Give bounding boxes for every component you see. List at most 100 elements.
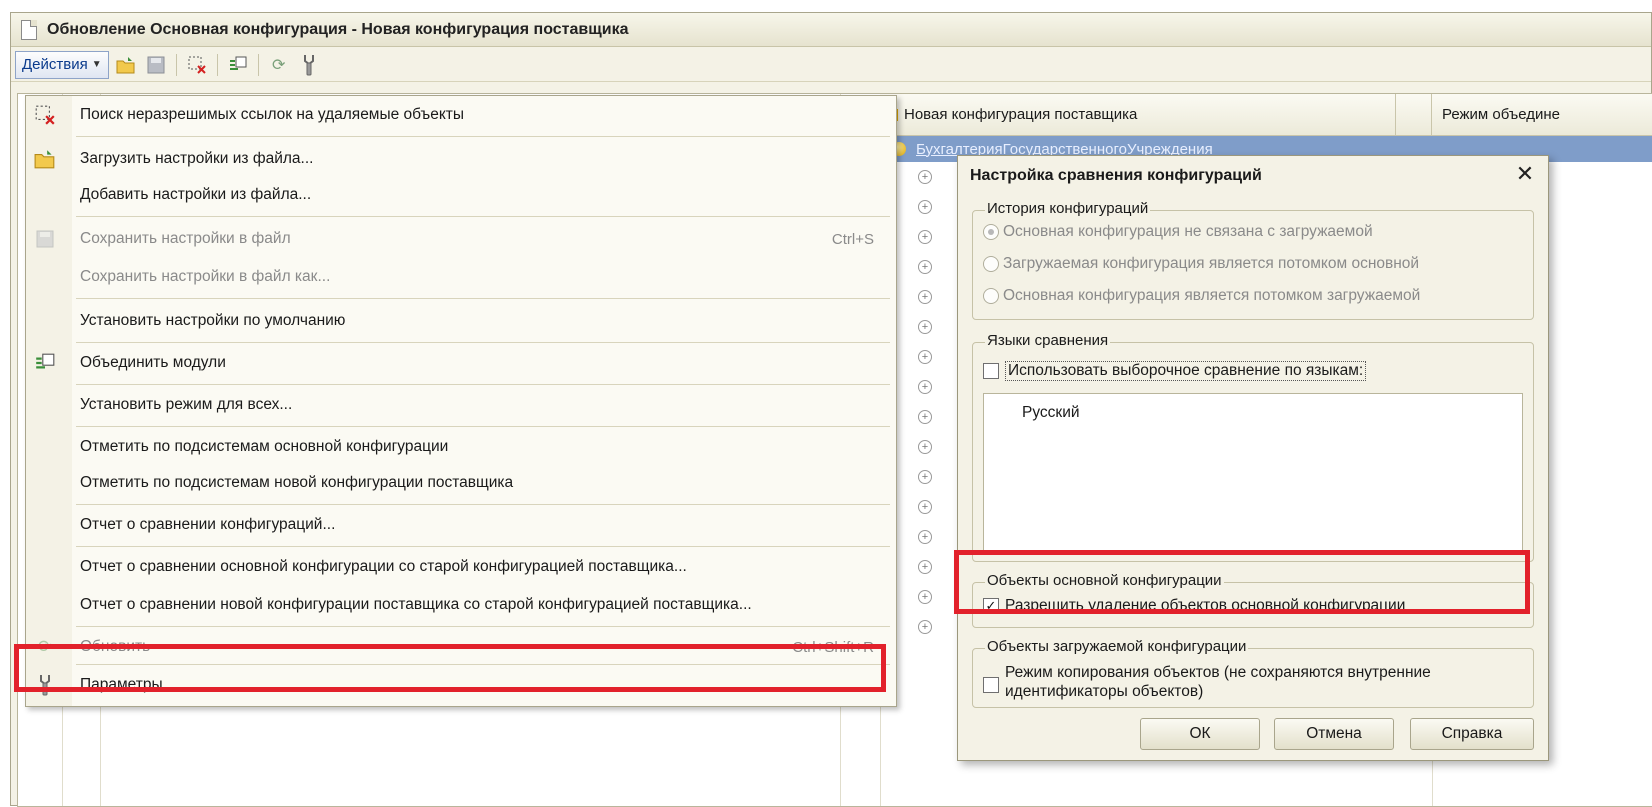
selective-language-checkbox[interactable]: Использовать выборочное сравнение по язы…: [983, 361, 1367, 381]
comparison-settings-dialog: Настройка сравнения конфигураций ✕ Истор…: [957, 155, 1549, 761]
menu-item-refresh[interactable]: ⟳ Обновить Ctrl+Shift+R: [26, 630, 896, 664]
expand-icon[interactable]: +: [918, 500, 932, 514]
refresh-icon: ⟳: [37, 637, 53, 656]
expand-icon[interactable]: +: [918, 170, 932, 184]
menu-separator: [76, 384, 890, 385]
menu-item-label: Сохранить настройки в файл: [80, 230, 291, 247]
wrench-icon[interactable]: [296, 52, 322, 78]
radio-label: Загружаемая конфигурация является потомк…: [1003, 255, 1420, 272]
menu-item-label: Загрузить настройки из файла...: [80, 150, 314, 167]
copy-mode-checkbox[interactable]: Режим копирования объектов (не сохраняют…: [983, 663, 1431, 701]
checkbox[interactable]: [983, 677, 999, 693]
menu-item-add-settings[interactable]: Добавить настройки из файла...: [26, 178, 896, 212]
menu-item-parameters[interactable]: Параметры...: [26, 668, 896, 702]
find-unresolved-links-icon: [32, 102, 58, 128]
menu-item-find-unresolved-links[interactable]: Поиск неразрешимых ссылок на удаляемые о…: [26, 98, 896, 132]
checkbox-checked[interactable]: ✓: [983, 598, 999, 614]
menu-separator: [76, 216, 890, 217]
menu-item-label: Отметить по подсистемам основной конфигу…: [80, 438, 449, 455]
expand-icon[interactable]: +: [918, 260, 932, 274]
loaded-objects-group: Объекты загружаемой конфигурации Режим к…: [972, 638, 1534, 708]
menu-item-label: Объединить модули: [80, 354, 226, 371]
radio-button[interactable]: [983, 256, 999, 272]
chevron-down-icon: ▼: [91, 59, 102, 70]
group-title: История конфигураций: [985, 200, 1151, 217]
list-item[interactable]: Русский: [1022, 404, 1080, 422]
allow-delete-checkbox[interactable]: ✓ Разрешить удаление объектов основной к…: [983, 597, 1405, 615]
expand-icon[interactable]: +: [918, 560, 932, 574]
expand-icon[interactable]: +: [918, 410, 932, 424]
menu-item-save-settings[interactable]: Сохранить настройки в файл Ctrl+S: [26, 222, 896, 256]
menu-separator: [76, 342, 890, 343]
radio-loaded-is-descendant[interactable]: Загружаемая конфигурация является потомк…: [983, 255, 1419, 273]
ok-button[interactable]: ОК: [1140, 718, 1260, 750]
open-folder-icon[interactable]: [113, 52, 139, 78]
menu-item-label: Поиск неразрешимых ссылок на удаляемые о…: [80, 106, 465, 123]
menu-item-set-mode-for-all[interactable]: Установить режим для всех...: [26, 388, 896, 422]
toolbar: Действия ▼ ⟳: [11, 48, 1651, 82]
radio-main-is-descendant[interactable]: Основная конфигурация является потомком …: [983, 287, 1420, 305]
radio-button[interactable]: [983, 288, 999, 304]
checkbox-label: Разрешить удаление объектов основной кон…: [1005, 597, 1406, 614]
column-header-label: Новая конфигурация поставщика: [904, 106, 1138, 123]
checkbox[interactable]: [983, 363, 999, 379]
menu-item-merge-modules[interactable]: Объединить модули: [26, 346, 896, 380]
radio-label: Основная конфигурация является потомком …: [1003, 287, 1421, 304]
expand-icon[interactable]: +: [918, 620, 932, 634]
close-icon[interactable]: ✕: [1514, 163, 1536, 186]
main-objects-group: Объекты основной конфигурации ✓ Разрешит…: [972, 572, 1534, 628]
column-header-new-config[interactable]: Новая конфигурация поставщика: [880, 94, 1396, 135]
toolbar-separator: [257, 53, 259, 76]
checkbox-label-line: Режим копирования объектов (не сохраняют…: [1005, 664, 1431, 681]
merge-modules-icon[interactable]: [225, 52, 251, 78]
column-header-mode[interactable]: Режим объедине: [1432, 94, 1652, 135]
menu-item-report-new-vs-old[interactable]: Отчет о сравнении новой конфигурации пос…: [26, 588, 896, 622]
expand-icon[interactable]: +: [918, 200, 932, 214]
language-list[interactable]: Русский: [983, 393, 1523, 551]
expand-icon[interactable]: +: [918, 320, 932, 334]
menu-item-shortcut: Ctrl+Shift+R: [792, 638, 874, 656]
refresh-icon[interactable]: ⟳: [266, 52, 292, 78]
window-title: Обновление Основная конфигурация - Новая…: [47, 20, 629, 38]
actions-menu-button[interactable]: Действия ▼: [15, 50, 109, 79]
menu-separator: [76, 664, 890, 665]
expand-icon[interactable]: +: [918, 590, 932, 604]
menu-item-mark-main-subsystems[interactable]: Отметить по подсистемам основной конфигу…: [26, 430, 896, 464]
expand-icon[interactable]: +: [918, 440, 932, 454]
expand-icon[interactable]: +: [918, 530, 932, 544]
menu-item-set-default-settings[interactable]: Установить настройки по умолчанию: [26, 304, 896, 338]
save-disk-icon[interactable]: [143, 52, 169, 78]
toolbar-separator: [216, 53, 218, 76]
menu-item-label: Отметить по подсистемам новой конфигурац…: [80, 474, 514, 491]
menu-item-label: Отчет о сравнении основной конфигурации …: [80, 558, 687, 575]
wrench-icon: [32, 672, 58, 698]
menu-item-label: Отчет о сравнении конфигураций...: [80, 516, 336, 533]
radio-button[interactable]: [983, 224, 999, 240]
find-unresolved-links-icon[interactable]: [184, 52, 210, 78]
help-button[interactable]: Справка: [1410, 718, 1534, 750]
expand-icon[interactable]: +: [918, 350, 932, 364]
checkbox-label-line: идентификаторы объектов): [1005, 683, 1204, 700]
menu-item-load-settings[interactable]: Загрузить настройки из файла...: [26, 142, 896, 176]
menu-item-report-main-vs-old[interactable]: Отчет о сравнении основной конфигурации …: [26, 550, 896, 584]
column-header-label: Режим объедине: [1442, 106, 1560, 123]
checkbox-label: Режим копирования объектов (не сохраняют…: [1005, 663, 1431, 701]
menu-item-comparison-report[interactable]: Отчет о сравнении конфигураций...: [26, 508, 896, 542]
menu-item-save-settings-as[interactable]: Сохранить настройки в файл как...: [26, 260, 896, 294]
menu-item-label: Установить настройки по умолчанию: [80, 312, 346, 329]
column-header-blank[interactable]: [1396, 94, 1432, 135]
toolbar-separator: [175, 53, 177, 76]
dialog-title: Настройка сравнения конфигураций: [970, 167, 1262, 184]
save-disk-icon: [32, 226, 58, 252]
radio-not-related[interactable]: Основная конфигурация не связана с загру…: [983, 223, 1373, 241]
cancel-button[interactable]: Отмена: [1274, 718, 1394, 750]
radio-label: Основная конфигурация не связана с загру…: [1003, 223, 1373, 240]
expand-icon[interactable]: +: [918, 230, 932, 244]
merge-modules-icon: [32, 350, 58, 376]
tree-header: Новая конфигурация поставщика Режим объе…: [880, 94, 1652, 136]
menu-item-mark-vendor-subsystems[interactable]: Отметить по подсистемам новой конфигурац…: [26, 466, 896, 500]
expand-icon[interactable]: +: [918, 470, 932, 484]
expand-icon[interactable]: +: [918, 290, 932, 304]
menu-separator: [76, 136, 890, 137]
expand-icon[interactable]: +: [918, 380, 932, 394]
